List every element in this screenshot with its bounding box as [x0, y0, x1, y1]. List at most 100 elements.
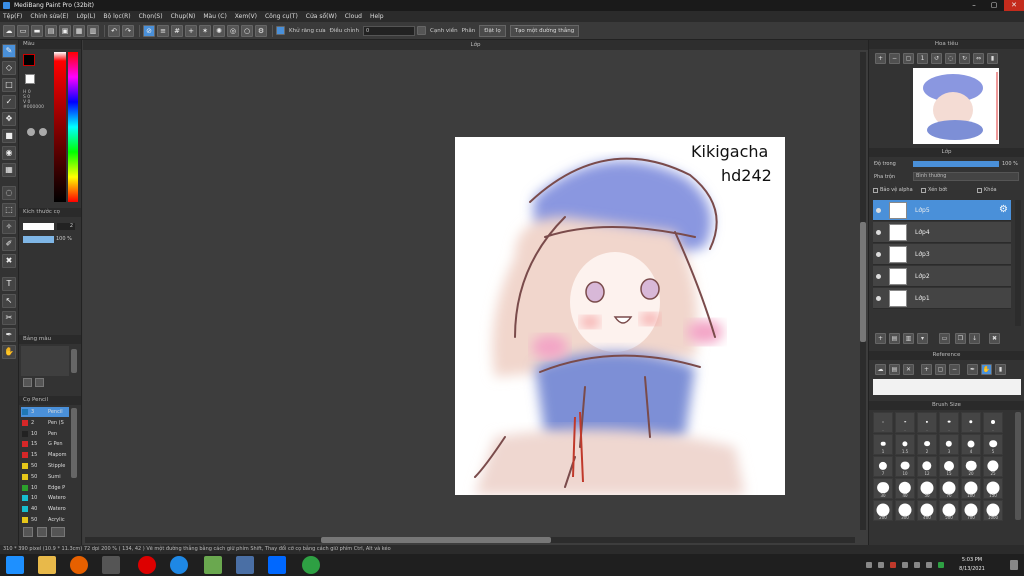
- color-set-scrollbar[interactable]: [71, 349, 77, 373]
- rotate-reset-icon[interactable]: ◌: [945, 53, 956, 64]
- close-button[interactable]: ✕: [1004, 0, 1024, 11]
- palette-icon[interactable]: [27, 128, 35, 136]
- add-brush-button[interactable]: [23, 527, 33, 537]
- brush-size-cell[interactable]: .: [895, 412, 915, 433]
- select-eraser-icon[interactable]: ✖: [2, 254, 16, 268]
- brush-size-cell[interactable]: 150: [983, 478, 1003, 499]
- clipping-checkbox[interactable]: [921, 188, 926, 193]
- brush-size-cell[interactable]: .: [939, 412, 959, 433]
- brush-size-cell[interactable]: 3: [939, 434, 959, 455]
- menu-window[interactable]: Cửa sổ(W): [306, 13, 337, 20]
- snap-parallel-icon[interactable]: ≡: [157, 24, 169, 37]
- brush-size-cell[interactable]: 40: [895, 478, 915, 499]
- canvas-vertical-scrollbar[interactable]: [860, 52, 866, 530]
- layer-row[interactable]: Lớp5 ⚙: [873, 200, 1011, 221]
- layer-row[interactable]: Lớp4: [873, 222, 1011, 243]
- brush-opacity-bar[interactable]: [23, 236, 54, 243]
- brush-size-cell[interactable]: 12: [917, 456, 937, 477]
- snap-vanish-icon[interactable]: ✶: [199, 24, 211, 37]
- rotate-left-icon[interactable]: ↺: [931, 53, 942, 64]
- brush-size-cell[interactable]: 30: [873, 478, 893, 499]
- marquee-tool-icon[interactable]: ⬚: [2, 203, 16, 217]
- brush-list-item[interactable]: 50 Sumi: [21, 472, 69, 482]
- reference-eyedropper-icon[interactable]: ✒: [967, 364, 978, 375]
- snap-radial-icon[interactable]: ✺: [213, 24, 225, 37]
- network-app-icon[interactable]: [236, 556, 254, 574]
- brush-list-item[interactable]: 15 Mapom: [21, 450, 69, 460]
- snap-concentric-icon[interactable]: ◎: [227, 24, 239, 37]
- brush-size-cell[interactable]: 300: [895, 500, 915, 521]
- menu-view[interactable]: Xem(V): [235, 13, 257, 20]
- menu-cloud[interactable]: Cloud: [345, 13, 362, 20]
- anti-alias-checkbox[interactable]: [276, 26, 285, 35]
- zoom-out-icon[interactable]: −: [889, 53, 900, 64]
- menu-edit[interactable]: Chỉnh sửa(E): [30, 13, 68, 20]
- reference-cloud-icon[interactable]: ☁: [875, 364, 886, 375]
- fill-tool-icon[interactable]: ◉: [2, 146, 16, 160]
- duplicate-layer-icon[interactable]: ❐: [955, 333, 966, 344]
- open-icon[interactable]: ▤: [45, 24, 57, 37]
- layer-row[interactable]: Lớp2: [873, 266, 1011, 287]
- brush-size-cell[interactable]: 2: [917, 434, 937, 455]
- chat-icon[interactable]: ▬: [31, 24, 43, 37]
- grid-toggle-icon[interactable]: ▥: [87, 24, 99, 37]
- zalo-icon[interactable]: [268, 556, 286, 574]
- actual-size-icon[interactable]: 1: [917, 53, 928, 64]
- new-halftone-layer-icon[interactable]: ▤: [889, 333, 900, 344]
- foreground-color-swatch[interactable]: [23, 54, 35, 66]
- menu-tools[interactable]: Công cụ(T): [265, 13, 298, 20]
- brush-size-cell[interactable]: 70: [939, 478, 959, 499]
- brush-size-cell[interactable]: 1: [873, 434, 893, 455]
- zoom-in-icon[interactable]: +: [875, 53, 886, 64]
- brush-size-cell[interactable]: 4: [961, 434, 981, 455]
- reference-close-icon[interactable]: ✕: [903, 364, 914, 375]
- eye-icon[interactable]: [876, 296, 881, 301]
- shape-tool-icon[interactable]: ■: [2, 129, 16, 143]
- gradient-tool-icon[interactable]: ▦: [2, 163, 16, 177]
- reference-lock-icon[interactable]: ▮: [995, 364, 1006, 375]
- brush-list-item[interactable]: 15 G Pen: [21, 439, 69, 449]
- brush-list-item[interactable]: 40 Watero: [21, 504, 69, 514]
- brush-size-cell[interactable]: .: [917, 412, 937, 433]
- canvas-horizontal-scrollbar[interactable]: [85, 537, 855, 543]
- tray-icon[interactable]: [878, 562, 884, 568]
- brush-list-scrollbar[interactable]: [71, 408, 77, 478]
- start-button[interactable]: [6, 556, 24, 574]
- new-folder-icon[interactable]: ▥: [903, 333, 914, 344]
- snap-off-button[interactable]: Đặt lọ: [479, 24, 506, 37]
- artboard[interactable]: Kikigacha hd242: [455, 137, 785, 495]
- brush-size-cell[interactable]: 5: [983, 434, 1003, 455]
- gear-icon[interactable]: ⚙: [999, 204, 1008, 215]
- fit-icon[interactable]: ▢: [903, 53, 914, 64]
- select-tool-icon[interactable]: ✓: [2, 95, 16, 109]
- menu-filter[interactable]: Bộ lọc(R): [103, 13, 130, 20]
- snap-off-icon[interactable]: ⊘: [143, 24, 155, 37]
- hand-tool-icon[interactable]: ✋: [2, 345, 16, 359]
- add-color-set-button[interactable]: [23, 378, 32, 387]
- saturation-value-bar[interactable]: [54, 52, 66, 202]
- delete-brush-button[interactable]: [37, 527, 47, 537]
- brush-size-cell[interactable]: 50: [917, 478, 937, 499]
- brush-tool-icon[interactable]: ✎: [2, 44, 16, 58]
- rotate-right-icon[interactable]: ↻: [959, 53, 970, 64]
- document-tab[interactable]: Lớp: [83, 40, 868, 50]
- text-tool-icon[interactable]: T: [2, 277, 16, 291]
- redo-icon[interactable]: ↷: [122, 24, 134, 37]
- menu-snap[interactable]: Chụp(N): [171, 13, 196, 20]
- select-pen-icon[interactable]: ✐: [2, 237, 16, 251]
- layer-folder-icon[interactable]: ▭: [939, 333, 950, 344]
- brush-list-item[interactable]: 3 Pencil: [21, 407, 69, 417]
- brush-size-grid-scrollbar[interactable]: [1015, 412, 1021, 520]
- operation-tool-icon[interactable]: ↖: [2, 294, 16, 308]
- taskbar-clock[interactable]: 5:03 PM 8/13/2021: [954, 556, 990, 574]
- brush-list-item[interactable]: 2 Pen (S: [21, 418, 69, 428]
- palette-swap-icon[interactable]: [39, 128, 47, 136]
- layer-opacity-bar[interactable]: [913, 161, 999, 167]
- protect-alpha-checkbox[interactable]: [873, 188, 878, 193]
- brush-size-cell[interactable]: 200: [873, 500, 893, 521]
- snap-cross-icon[interactable]: +: [185, 24, 197, 37]
- edge-icon[interactable]: [170, 556, 188, 574]
- brush-size-cell[interactable]: 7: [873, 456, 893, 477]
- brush-size-cell[interactable]: 700: [961, 500, 981, 521]
- lasso-tool-icon[interactable]: ◌: [2, 186, 16, 200]
